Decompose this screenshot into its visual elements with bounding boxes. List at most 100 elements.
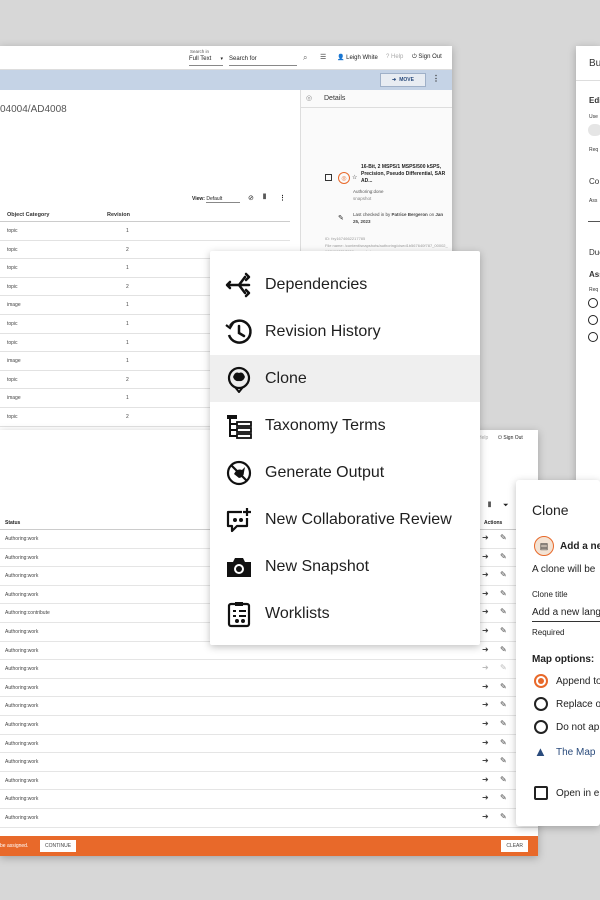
- co-label: Co: [589, 177, 600, 186]
- item-title[interactable]: 16-Bit, 2 MSPS/1 MSPS/500 kSPS, Precisio…: [361, 164, 447, 185]
- pencil-icon[interactable]: ✎: [500, 700, 507, 709]
- pencil-icon[interactable]: ✎: [500, 552, 507, 561]
- pencil-icon[interactable]: ✎: [500, 775, 507, 784]
- link-icon[interactable]: ⊘: [248, 194, 254, 202]
- table-row[interactable]: Authoring:work ➜ ✎: [0, 660, 538, 679]
- radio-option-3[interactable]: [588, 332, 598, 342]
- pencil-icon[interactable]: ✎: [500, 812, 507, 821]
- pencil-icon[interactable]: ✎: [500, 570, 507, 579]
- open-in-editor-checkbox[interactable]: [534, 786, 548, 800]
- table-row[interactable]: Authoring:work ➜ ✎: [0, 809, 538, 828]
- arrow-right-icon[interactable]: ➜: [482, 700, 489, 709]
- menu-item-revision-history[interactable]: Revision History: [210, 308, 480, 355]
- col-status[interactable]: Status: [5, 520, 20, 526]
- arrow-right-icon[interactable]: ➜: [482, 645, 489, 654]
- menu-item-clone[interactable]: Clone: [210, 355, 480, 402]
- pencil-icon[interactable]: ✎: [500, 533, 507, 542]
- menu-item-worklists[interactable]: Worklists: [210, 590, 480, 637]
- arrow-right-icon[interactable]: ➜: [482, 793, 489, 802]
- menu-item-taxonomy-terms[interactable]: Taxonomy Terms: [210, 402, 480, 449]
- arrow-right-icon[interactable]: ➜: [482, 719, 489, 728]
- arrow-right-icon[interactable]: ➜: [482, 756, 489, 765]
- arrow-right-icon[interactable]: ➜: [482, 607, 489, 616]
- status-cell: Authoring:work: [5, 629, 39, 635]
- arrow-right-icon[interactable]: ➜: [482, 775, 489, 784]
- table-row[interactable]: Authoring:work ➜ ✎: [0, 697, 538, 716]
- option-append[interactable]: Append to: [556, 676, 600, 687]
- table-row[interactable]: Authoring:work ➜ ✎: [0, 679, 538, 698]
- due-label: Due: [589, 248, 600, 257]
- search-input[interactable]: Search for: [229, 56, 297, 66]
- item-checkbox[interactable]: [325, 174, 332, 181]
- pencil-icon[interactable]: ✎: [500, 607, 507, 616]
- arrow-right-icon[interactable]: ➜: [482, 812, 489, 821]
- pencil-icon[interactable]: ✎: [500, 738, 507, 747]
- pencil-icon[interactable]: ✎: [500, 756, 507, 765]
- view-value: Default: [206, 196, 241, 203]
- assignee-input[interactable]: [588, 221, 600, 222]
- menu-label: Worklists: [265, 605, 330, 622]
- filter-icon[interactable]: ⏷: [503, 502, 509, 510]
- option-replace[interactable]: Replace o: [556, 699, 600, 710]
- arrow-right-icon[interactable]: ➜: [482, 570, 489, 579]
- pencil-icon[interactable]: ✎: [500, 793, 507, 802]
- user-menu[interactable]: 👤 Leigh White: [337, 54, 378, 61]
- search-icon[interactable]: ⌕: [303, 53, 307, 63]
- table-row[interactable]: Authoring:work ➜ ✎: [0, 716, 538, 735]
- arrow-right-icon[interactable]: ➜: [482, 626, 489, 635]
- arrow-right-icon[interactable]: ➜: [482, 552, 489, 561]
- menu-item-new-snapshot[interactable]: New Snapshot: [210, 543, 480, 590]
- col-object-category[interactable]: Object Category: [7, 212, 49, 218]
- radio-option-2[interactable]: [588, 315, 598, 325]
- table-row[interactable]: Authoring:work ➜ ✎: [0, 790, 538, 809]
- arrow-right-icon[interactable]: ➜: [482, 682, 489, 691]
- view-selector[interactable]: View: Default: [192, 196, 241, 203]
- radio-do-not-append[interactable]: [534, 720, 548, 734]
- table-row[interactable]: topic 1: [0, 222, 290, 241]
- search-scope-select[interactable]: Full Text ▾: [189, 56, 223, 66]
- star-icon[interactable]: ☆: [352, 174, 357, 181]
- clone-title-input[interactable]: Add a new lang: [532, 604, 600, 622]
- menu-item-new-collaborative-review[interactable]: New Collaborative Review: [210, 496, 480, 543]
- clear-button[interactable]: CLEAR: [501, 840, 528, 852]
- help-link[interactable]: ? Help: [386, 54, 403, 60]
- signout-link[interactable]: ⏻ Sign Out: [412, 54, 442, 61]
- chip[interactable]: [588, 124, 600, 136]
- pencil-icon[interactable]: ✎: [500, 645, 507, 654]
- radio-option-1[interactable]: [588, 298, 598, 308]
- arrow-right-icon[interactable]: ➜: [482, 738, 489, 747]
- signout-link[interactable]: ⏻ Sign Out: [498, 435, 523, 441]
- option-do-not-append[interactable]: Do not ap: [556, 722, 599, 733]
- columns-icon[interactable]: ⦀: [488, 502, 491, 510]
- menu-item-dependencies[interactable]: Dependencies: [210, 261, 480, 308]
- pencil-icon[interactable]: ✎: [500, 719, 507, 728]
- table-row[interactable]: Authoring:work ➜ ✎: [0, 735, 538, 754]
- status-cell: Authoring:work: [5, 684, 39, 691]
- object-category-cell: topic: [7, 376, 18, 383]
- table-more-icon[interactable]: ⋮: [279, 194, 286, 202]
- pencil-icon[interactable]: ✎: [500, 589, 507, 598]
- help-label: Help: [391, 54, 404, 60]
- more-options-icon[interactable]: ⋮: [432, 74, 440, 83]
- filter-settings-icon[interactable]: ☰: [320, 53, 326, 61]
- assign-banner: be assigned. CONTINUE CLEAR: [0, 836, 538, 856]
- col-revision[interactable]: Revision: [107, 212, 130, 218]
- pencil-icon[interactable]: ✎: [500, 663, 507, 672]
- radio-replace[interactable]: [534, 697, 548, 711]
- map-warning-link[interactable]: The Map: [556, 747, 595, 758]
- menu-item-generate-output[interactable]: Generate Output: [210, 449, 480, 496]
- radio-append[interactable]: [534, 674, 548, 688]
- pencil-icon[interactable]: ✎: [500, 626, 507, 635]
- pencil-icon[interactable]: ✎: [500, 682, 507, 691]
- table-row[interactable]: Authoring:work ➜ ✎: [0, 772, 538, 791]
- columns-icon[interactable]: ⦀: [263, 194, 266, 202]
- arrow-right-icon[interactable]: ➜: [482, 663, 489, 672]
- view-label: View:: [192, 196, 205, 202]
- arrow-right-icon[interactable]: ➜: [482, 589, 489, 598]
- collapse-icon[interactable]: ◎: [306, 94, 312, 102]
- table-row[interactable]: Authoring:work ➜ ✎: [0, 753, 538, 772]
- open-in-editor-label[interactable]: Open in e: [556, 788, 599, 799]
- arrow-right-icon[interactable]: ➜: [482, 533, 489, 542]
- continue-button[interactable]: CONTINUE: [40, 840, 77, 852]
- move-button[interactable]: ➜ MOVE: [380, 73, 426, 87]
